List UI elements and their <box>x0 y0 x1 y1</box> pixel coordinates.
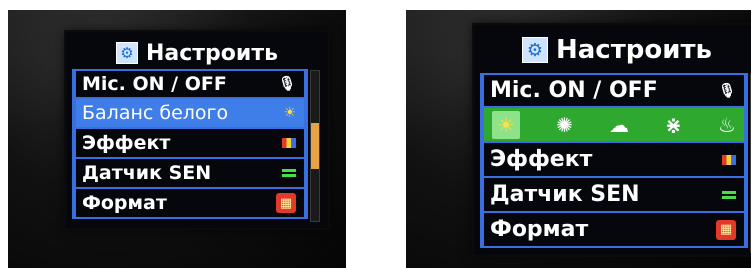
format-icon: ▦ <box>716 219 736 240</box>
settings-menu: Mic. ON / OFF 🎙 ☀ ✺ ☁ ⋇ ♨ Эффект Датчик … <box>480 73 748 248</box>
right-camera-screen: ⚙ Настроить Mic. ON / OFF 🎙 ☀ ✺ ☁ ⋇ ♨ Эф… <box>474 25 751 255</box>
sensor-icon <box>282 169 296 177</box>
menu-item-label: Формат <box>490 217 589 242</box>
white-balance-options-row: ☀ ✺ ☁ ⋇ ♨ <box>482 108 746 143</box>
menu-item-label: Датчик SEN <box>82 162 212 184</box>
menu-item-label: Эффект <box>490 147 593 172</box>
microphone-icon: 🎙 <box>278 76 296 92</box>
left-camera-screen: ⚙ Настроить Mic. ON / OFF 🎙 Баланс белог… <box>66 32 328 228</box>
menu-item-label: Mic. ON / OFF <box>82 73 227 95</box>
menu-item-label: Баланс белого <box>82 102 229 124</box>
effect-icon <box>282 138 296 148</box>
menu-item-label: Датчик SEN <box>490 182 640 207</box>
settings-title: ⚙ Настроить <box>66 38 328 68</box>
menu-item-mic[interactable]: Mic. ON / OFF 🎙 <box>482 73 746 108</box>
menu-item-white-balance[interactable]: Баланс белого ☀ <box>74 99 306 129</box>
menu-item-label: Формат <box>82 192 167 214</box>
menu-scrollbar[interactable] <box>310 70 320 222</box>
fluorescent-icon[interactable]: ⋇ <box>665 115 682 135</box>
settings-title-label: Настроить <box>556 35 712 65</box>
menu-item-effect[interactable]: Эффект <box>482 143 746 178</box>
menu-item-sensor[interactable]: Датчик SEN <box>74 159 306 189</box>
settings-title: ⚙ Настроить <box>474 31 751 69</box>
menu-item-format[interactable]: Формат ▦ <box>74 189 306 219</box>
settings-menu: Mic. ON / OFF 🎙 Баланс белого ☀ Эффект Д… <box>72 69 308 219</box>
menu-item-effect[interactable]: Эффект <box>74 129 306 159</box>
sensor-icon <box>722 190 736 199</box>
menu-item-sensor[interactable]: Датчик SEN <box>482 178 746 213</box>
menu-item-label: Mic. ON / OFF <box>490 78 658 103</box>
menu-item-format[interactable]: Формат ▦ <box>482 213 746 248</box>
auto-wb-icon[interactable]: ☀ <box>492 110 520 139</box>
menu-item-mic[interactable]: Mic. ON / OFF 🎙 <box>74 69 306 99</box>
right-photo: ⚙ Настроить Mic. ON / OFF 🎙 ☀ ✺ ☁ ⋇ ♨ Эф… <box>406 10 751 268</box>
settings-gear-icon: ⚙ <box>116 42 138 64</box>
microphone-icon: 🎙 <box>718 82 736 99</box>
incandescent-icon[interactable]: ♨ <box>718 115 736 135</box>
scrollbar-thumb[interactable] <box>311 123 319 169</box>
menu-item-label: Эффект <box>82 132 171 154</box>
effect-icon <box>722 154 736 165</box>
white-balance-icon: ☀ <box>283 105 296 121</box>
settings-title-label: Настроить <box>146 40 278 66</box>
settings-gear-icon: ⚙ <box>522 37 548 63</box>
cloudy-icon[interactable]: ☁ <box>609 115 629 135</box>
format-icon: ▦ <box>276 193 296 213</box>
left-photo: ⚙ Настроить Mic. ON / OFF 🎙 Баланс белог… <box>8 10 346 268</box>
daylight-icon[interactable]: ✺ <box>556 115 573 135</box>
